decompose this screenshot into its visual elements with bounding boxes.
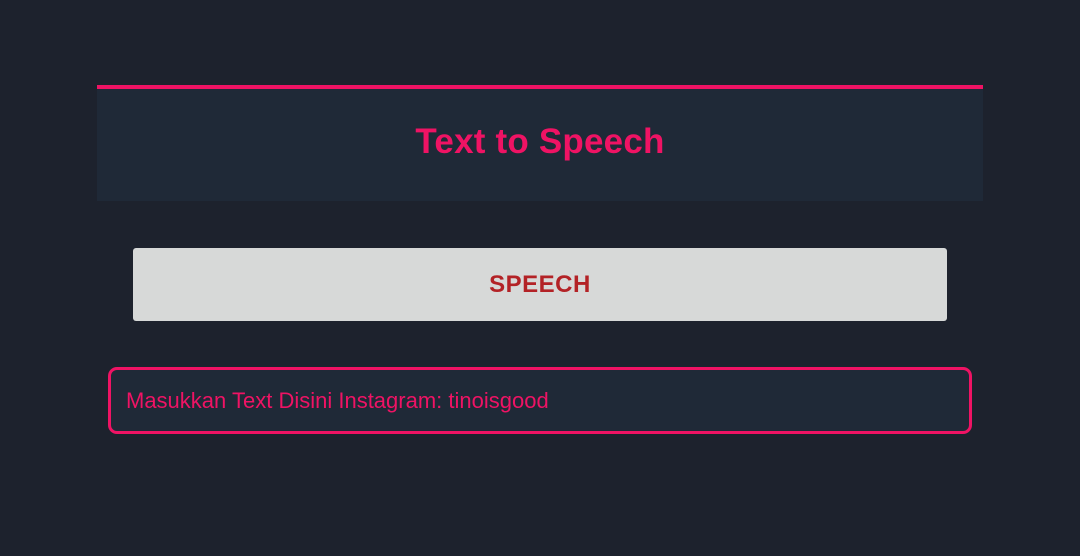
text-input[interactable] [108, 367, 972, 434]
page-title: Text to Speech [415, 122, 665, 161]
header-panel: Text to Speech [97, 85, 983, 201]
speech-button[interactable]: SPEECH [133, 248, 947, 321]
page: Text to Speech SPEECH [0, 0, 1080, 556]
